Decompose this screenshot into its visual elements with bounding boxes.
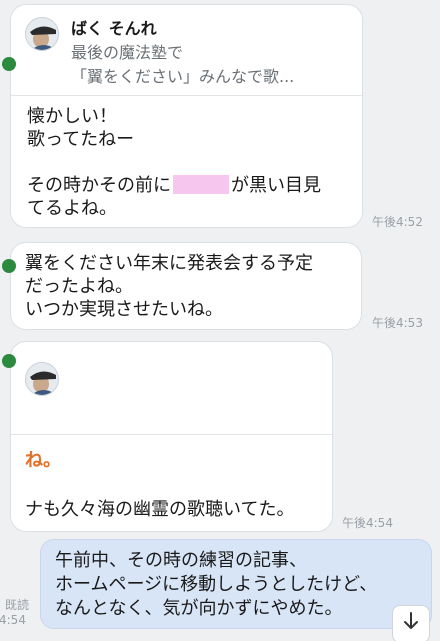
shared-post-card[interactable]: ばく そんれ 最後の魔法塾で 「翼をください」みんなで歌... (11, 5, 362, 93)
partial-avatar-icon (2, 354, 16, 368)
divider (11, 95, 362, 96)
message-line: いつか実現させたいね。 (25, 299, 223, 320)
outgoing-message-bubble[interactable]: 午前中、その時の練習の記事、 ホームページに移動しようとしたけど、 なんとなく、… (40, 539, 432, 629)
shared-post-line1: 最後の魔法塾で (71, 43, 184, 62)
timestamp: 4:54 (0, 613, 26, 627)
message-line: 午前中、その時の練習の記事、 (55, 550, 307, 571)
message-line: 懐かしい！ (27, 106, 117, 127)
divider (11, 434, 332, 435)
partial-avatar-icon (2, 259, 16, 273)
message-bubble-2[interactable]: 翼をください年末に発表会する予定 だったよね。 いつか実現させたいね。 (2, 242, 362, 330)
redaction-box (173, 175, 229, 194)
arrow-down-icon (402, 611, 420, 637)
message-line: その時かその前に が黒い目見 (27, 175, 321, 196)
sticker-text: ね。 (25, 450, 61, 471)
timestamp: 午後4:52 (372, 215, 423, 229)
read-receipt: 既読 4:54 (0, 598, 30, 628)
message-line: なんとなく、気が向かずにやめた。 (55, 598, 343, 619)
message-text: 午前中、その時の練習の記事、 ホームページに移動しようとしたけど、 なんとなく、… (55, 549, 377, 621)
message-bubble-1[interactable]: ばく そんれ 最後の魔法塾で 「翼をください」みんなで歌... 懐かしい！ 歌っ… (2, 4, 363, 228)
avatar (25, 17, 59, 51)
message-line: 翼をください年末に発表会する予定 (25, 253, 313, 274)
message-line: だったよね。 (25, 276, 133, 297)
sticker: ね。 (25, 446, 61, 472)
shared-post-author: ばく そんれ (71, 19, 157, 38)
message-text: 翼をください年末に発表会する予定 だったよね。 いつか実現させたいね。 (25, 252, 313, 321)
message-line: ホームページに移動しようとしたけど、 (55, 574, 378, 595)
read-label: 既読 (5, 598, 30, 612)
message-text: ナも久々海の幽霊の歌聴いてた。 (25, 499, 295, 520)
scroll-to-bottom-button[interactable] (392, 605, 430, 641)
message-line: てるよね。 (27, 198, 117, 219)
shared-post-line2: 「翼をください」みんなで歌... (71, 67, 295, 86)
message-line: 歌ってたねー (27, 129, 135, 150)
avatar (25, 362, 59, 396)
message-text: 懐かしい！ 歌ってたねー その時かその前に が黒い目見 てるよね。 (27, 105, 321, 220)
timestamp: 午後4:54 (342, 516, 393, 530)
message-bubble-3[interactable]: ね。 ナも久々海の幽霊の歌聴いてた。 (2, 341, 333, 532)
timestamp: 午後4:53 (372, 316, 423, 330)
